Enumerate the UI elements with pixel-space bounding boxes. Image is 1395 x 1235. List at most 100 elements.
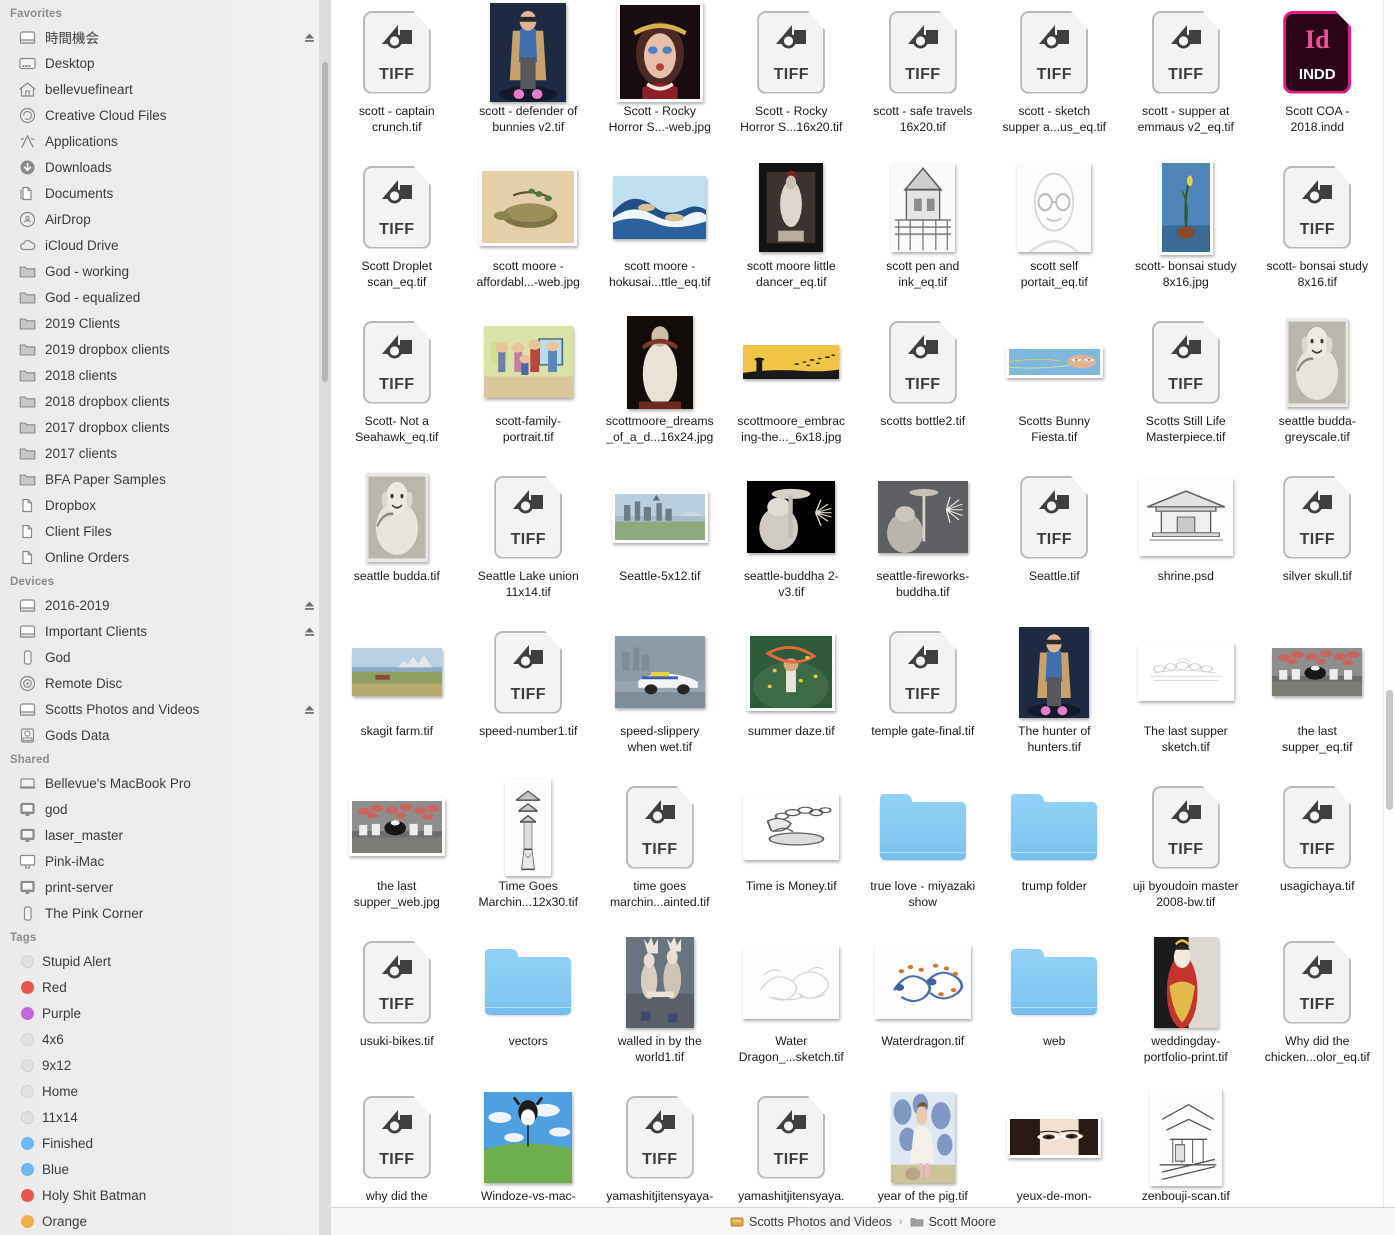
- eject-button[interactable]: [304, 600, 315, 611]
- sidebar-item-airdrop[interactable]: AirDrop: [0, 206, 331, 232]
- sidebar-item-gods-data[interactable]: Gods Data: [0, 722, 331, 748]
- sidebar-scrollbar-thumb[interactable]: [322, 62, 328, 382]
- sidebar-scrollbar-track[interactable]: [319, 0, 331, 1235]
- sidebar-item-dropbox[interactable]: Dropbox: [0, 492, 331, 518]
- sidebar-item-client-files[interactable]: Client Files: [0, 518, 331, 544]
- sidebar-item-god-equalized[interactable]: God - equalized: [0, 284, 331, 310]
- sidebar-item-downloads[interactable]: Downloads: [0, 154, 331, 180]
- file-item[interactable]: walled in by the world1.tif: [594, 932, 726, 1087]
- breadcrumb-item-0[interactable]: Scotts Photos and Videos: [749, 1215, 892, 1229]
- file-item[interactable]: shrine.psd: [1120, 467, 1252, 622]
- sidebar-item-purple[interactable]: Purple: [0, 1000, 331, 1026]
- file-item[interactable]: Seattle-5x12.tif: [594, 467, 726, 622]
- file-item[interactable]: seattle-fireworks-buddha.tif: [857, 467, 989, 622]
- sidebar-item-9x12[interactable]: 9x12: [0, 1052, 331, 1078]
- file-item[interactable]: Time Goes Marchin...12x30.tif: [463, 777, 595, 932]
- sidebar-item-god-working[interactable]: God - working: [0, 258, 331, 284]
- sidebar-item-2017-clients[interactable]: 2017 clients: [0, 440, 331, 466]
- file-item[interactable]: scott moore - hokusai...ttle_eq.tif: [594, 157, 726, 312]
- breadcrumb-item-1[interactable]: Scott Moore: [929, 1215, 996, 1229]
- sidebar-item-stupid-alert[interactable]: Stupid Alert: [0, 948, 331, 974]
- file-item[interactable]: TIFF scott- bonsai study 8x16.tif: [1252, 157, 1384, 312]
- sidebar-item-orange[interactable]: Orange: [0, 1208, 331, 1234]
- sidebar-item-creative-cloud-files[interactable]: Creative Cloud Files: [0, 102, 331, 128]
- file-item[interactable]: scott - defender of bunnies v2.tif: [463, 2, 595, 157]
- sidebar-item-2018-dropbox-clients[interactable]: 2018 dropbox clients: [0, 388, 331, 414]
- file-item[interactable]: TIFF Scott Droplet scan_eq.tif: [331, 157, 463, 312]
- file-item[interactable]: Water Dragon_...sketch.tif: [726, 932, 858, 1087]
- folder-item[interactable]: web: [989, 932, 1121, 1087]
- sidebar-item-11x14[interactable]: 11x14: [0, 1104, 331, 1130]
- file-item[interactable]: scottmoore_embracing-the..._6x18.jpg: [726, 312, 858, 467]
- file-item[interactable]: scott pen and ink_eq.tif: [857, 157, 989, 312]
- sidebar-item-remote-disc[interactable]: Remote Disc: [0, 670, 331, 696]
- file-item[interactable]: scott self portait_eq.tif: [989, 157, 1121, 312]
- sidebar-item-holy-shit-batman[interactable]: Holy Shit Batman: [0, 1182, 331, 1208]
- sidebar-item-2019-clients[interactable]: 2019 Clients: [0, 310, 331, 336]
- file-item[interactable]: speed-slippery when wet.tif: [594, 622, 726, 777]
- file-item[interactable]: weddingday-portfolio-print.tif: [1120, 932, 1252, 1087]
- file-item[interactable]: TIFF usagichaya.tif: [1252, 777, 1384, 932]
- file-item[interactable]: scottmoore_dreams_of_a_d...16x24.jpg: [594, 312, 726, 467]
- sidebar-item-bellevue-s-macbook-pro[interactable]: Bellevue's MacBook Pro: [0, 770, 331, 796]
- sidebar-item-print-server[interactable]: print-server: [0, 874, 331, 900]
- sidebar-item-the-pink-corner[interactable]: The Pink Corner: [0, 900, 331, 926]
- file-item[interactable]: the last supper_web.jpg: [331, 777, 463, 932]
- file-item[interactable]: TIFF time goes marchin...ainted.tif: [594, 777, 726, 932]
- file-item[interactable]: Scotts Bunny Fiesta.tif: [989, 312, 1121, 467]
- file-item[interactable]: TIFF usuki-bikes.tif: [331, 932, 463, 1087]
- folder-item[interactable]: vectors: [463, 932, 595, 1087]
- file-item[interactable]: TIFF scotts bottle2.tif: [857, 312, 989, 467]
- file-item[interactable]: summer daze.tif: [726, 622, 858, 777]
- file-item[interactable]: TIFF Why did the chicken...olor_eq.tif: [1252, 932, 1384, 1087]
- file-item[interactable]: TIFF Seattle Lake union 11x14.tif: [463, 467, 595, 622]
- sidebar-item-2017-dropbox-clients[interactable]: 2017 dropbox clients: [0, 414, 331, 440]
- sidebar-item-4x6[interactable]: 4x6: [0, 1026, 331, 1052]
- sidebar-item-finished[interactable]: Finished: [0, 1130, 331, 1156]
- sidebar-item-red[interactable]: Red: [0, 974, 331, 1000]
- sidebar-item-applications[interactable]: Applications: [0, 128, 331, 154]
- file-item[interactable]: scott moore - affordabl...-web.jpg: [463, 157, 595, 312]
- sidebar-item-pink-imac[interactable]: Pink-iMac: [0, 848, 331, 874]
- file-item[interactable]: TIFF speed-number1.tif: [463, 622, 595, 777]
- sidebar-item-online-orders[interactable]: Online Orders: [0, 544, 331, 570]
- sidebar-item-god[interactable]: god: [0, 796, 331, 822]
- content-scrollbar-track[interactable]: [1383, 0, 1395, 1207]
- file-item[interactable]: scott moore little dancer_eq.tif: [726, 157, 858, 312]
- file-item[interactable]: TIFF scott - safe travels 16x20.tif: [857, 2, 989, 157]
- file-item[interactable]: scott-family-portrait.tif: [463, 312, 595, 467]
- sidebar-item-2019-dropbox-clients[interactable]: 2019 dropbox clients: [0, 336, 331, 362]
- folder-item[interactable]: true love - miyazaki show: [857, 777, 989, 932]
- file-item[interactable]: TIFF Seattle.tif: [989, 467, 1121, 622]
- folder-item[interactable]: trump folder: [989, 777, 1121, 932]
- file-item[interactable]: skagit farm.tif: [331, 622, 463, 777]
- sidebar-item-icloud-drive[interactable]: iCloud Drive: [0, 232, 331, 258]
- eject-button[interactable]: [304, 626, 315, 637]
- file-item[interactable]: TIFF scott - sketch supper a...us_eq.tif: [989, 2, 1121, 157]
- file-item[interactable]: seattle-buddha 2-v3.tif: [726, 467, 858, 622]
- sidebar-item-desktop[interactable]: Desktop: [0, 50, 331, 76]
- file-item[interactable]: TIFF temple gate-final.tif: [857, 622, 989, 777]
- file-item[interactable]: the last supper_eq.tif: [1252, 622, 1384, 777]
- sidebar-item-important-clients[interactable]: Important Clients: [0, 618, 331, 644]
- file-item[interactable]: Id INDD Scott COA - 2018.indd: [1252, 2, 1384, 157]
- file-item[interactable]: TIFF scott - captain crunch.tif: [331, 2, 463, 157]
- sidebar-item-[interactable]: 時間機会: [0, 24, 331, 50]
- file-item[interactable]: Scott - Rocky Horror S...-web.jpg: [594, 2, 726, 157]
- eject-button[interactable]: [304, 32, 315, 43]
- eject-button[interactable]: [304, 704, 315, 715]
- file-item[interactable]: seattle budda-greyscale.tif: [1252, 312, 1384, 467]
- file-item[interactable]: TIFF silver skull.tif: [1252, 467, 1384, 622]
- content-scrollbar-thumb[interactable]: [1386, 690, 1393, 810]
- file-item[interactable]: The last supper sketch.tif: [1120, 622, 1252, 777]
- sidebar-item-bellevuefineart[interactable]: bellevuefineart: [0, 76, 331, 102]
- file-item[interactable]: Waterdragon.tif: [857, 932, 989, 1087]
- file-item[interactable]: TIFF scott - supper at emmaus v2_eq.tif: [1120, 2, 1252, 157]
- sidebar-item-scotts-photos-and-videos[interactable]: Scotts Photos and Videos: [0, 696, 331, 722]
- sidebar-item-2016-2019[interactable]: 2016-2019: [0, 592, 331, 618]
- sidebar-item-bfa-paper-samples[interactable]: BFA Paper Samples: [0, 466, 331, 492]
- sidebar-item-home[interactable]: Home: [0, 1078, 331, 1104]
- sidebar-item-god[interactable]: God: [0, 644, 331, 670]
- sidebar-item-documents[interactable]: Documents: [0, 180, 331, 206]
- sidebar-item-laser-master[interactable]: laser_master: [0, 822, 331, 848]
